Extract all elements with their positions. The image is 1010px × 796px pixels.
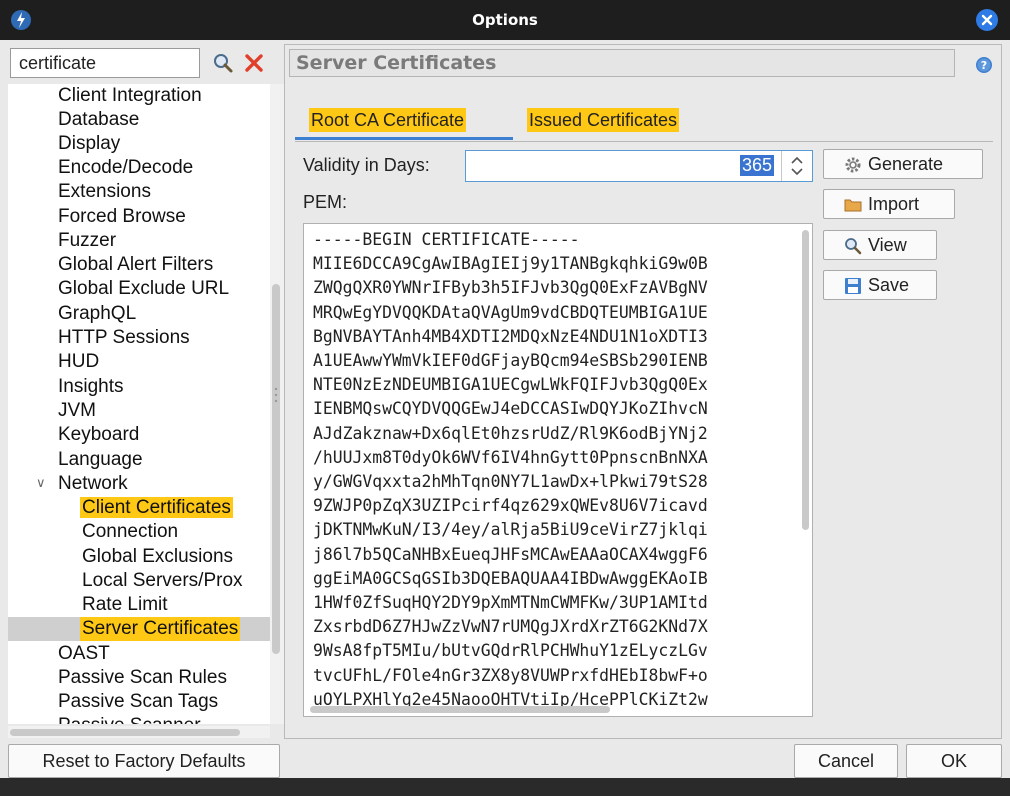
server-certificates-panel: Server Certificates ? Root CA Certificat… [284, 44, 1002, 739]
pem-line[interactable]: jDKTNMwKuN/I3/4ey/alRja5BiU9ceVirZ7jklqi [313, 518, 708, 542]
tree-item[interactable]: Connection [82, 520, 178, 544]
tree-item[interactable]: Keyboard [58, 423, 139, 447]
pem-line[interactable]: ggEiMA0GCSqGSIb3DQEBAQUAA4IBDwAwggEKAoIB [313, 567, 708, 591]
scrollbar-thumb[interactable] [802, 230, 809, 530]
spinner-chevrons-icon[interactable] [782, 151, 812, 181]
pem-line[interactable]: A1UEAwwYWmVkIEF0dGFjayBQcm94eSBSb290IENB [313, 349, 708, 373]
tree-item-client-certificates[interactable]: Client Certificates [80, 496, 233, 520]
pem-line[interactable]: AJdZakznaw+Dx6qlEt0hzsrUdZ/Rl9K6odBjYNj2 [313, 422, 708, 446]
tree-item[interactable]: HTTP Sessions [58, 326, 190, 350]
close-icon [981, 14, 993, 26]
search-icon[interactable] [212, 52, 234, 74]
tab-root-ca-certificate[interactable]: Root CA Certificate [295, 103, 513, 140]
pem-label: PEM: [303, 192, 348, 212]
reset-to-factory-defaults-button[interactable]: Reset to Factory Defaults [8, 744, 280, 778]
pem-line[interactable]: 1HWf0ZfSuqHQY2DY9pXmMTNmCWMFKw/3UP1AMItd [313, 591, 708, 615]
generate-button[interactable]: Generate [823, 149, 983, 179]
tree-item[interactable]: Encode/Decode [58, 156, 193, 180]
search-highlight: Client Certificates [80, 497, 233, 518]
pem-line[interactable]: 9WsA8fpT5MIu/bUtvGQdrRlPCHWhuY1zELyczLGv [313, 639, 708, 663]
tree-item[interactable]: Passive Scan Tags [58, 690, 218, 714]
spinner-arrows[interactable] [781, 151, 812, 181]
options-tree: Client Integration Database Display Enco… [8, 84, 270, 724]
clear-search-icon[interactable] [244, 53, 264, 73]
pem-line[interactable]: /hUUJxm8T0dyOk6WVf6IV4hnGytt0PpnscnBnNXA [313, 446, 708, 470]
view-button[interactable]: View [823, 230, 937, 260]
scrollbar-thumb[interactable] [10, 729, 240, 736]
chevron-down-icon[interactable]: ∨ [36, 475, 46, 491]
ok-button[interactable]: OK [906, 744, 1002, 778]
tree-item[interactable]: Passive Scan Rules [58, 666, 227, 690]
close-button[interactable] [976, 9, 998, 31]
help-icon[interactable]: ? [975, 56, 993, 74]
splitter-grip-icon[interactable] [273, 386, 279, 404]
tree-item[interactable]: GraphQL [58, 302, 136, 326]
search-input[interactable] [10, 48, 200, 78]
folder-icon [844, 199, 862, 212]
validity-label: Validity in Days: [303, 155, 430, 175]
tree-item[interactable]: HUD [58, 350, 99, 374]
tree-item[interactable]: Passive Scanner [58, 714, 201, 724]
title-bar: Options [0, 0, 1010, 40]
search-highlight: Server Certificates [80, 617, 241, 641]
tree-item[interactable]: Local Servers/Prox [82, 569, 243, 593]
cancel-button[interactable]: Cancel [794, 744, 898, 778]
tree-item[interactable]: Display [58, 132, 120, 156]
svg-text:?: ? [981, 59, 987, 72]
gear-icon [845, 157, 861, 173]
desktop-strip [0, 778, 1010, 796]
tree-item[interactable]: Global Exclude URL [58, 277, 229, 301]
tab-issued-certificates[interactable]: Issued Certificates [527, 103, 717, 137]
tree-item-network[interactable]: Network [58, 472, 128, 496]
options-dialog: Options Client Integration Database Disp… [0, 0, 1010, 796]
pem-line[interactable]: 9ZWJP0pZqX3UZIPcirf4qz629xQWEv8U6V7icavd [313, 494, 708, 518]
pem-text[interactable]: -----BEGIN CERTIFICATE----- MIIE6DCCA9CgA… [313, 228, 708, 712]
tree-item[interactable]: JVM [58, 399, 96, 423]
pem-vertical-scrollbar[interactable] [800, 228, 810, 706]
pem-line[interactable]: ZxsrbdD6Z7HJwZzVwN7rUMQgJXrdXrZT6G2KNd7X [313, 615, 708, 639]
tree-item[interactable]: Global Exclusions [82, 545, 233, 569]
validity-days-value[interactable]: 365 [739, 155, 774, 176]
pem-line[interactable]: NTE0NzEzNDEUMBIGA1UECgwLWkFQIFJvb3QgQ0Ex [313, 373, 708, 397]
tree-item[interactable]: Language [58, 448, 143, 472]
pem-line[interactable]: tvcUFhL/FOle4nGr3ZX8y8VUWPrxfdHEbI8bwF+o [313, 664, 708, 688]
tree-item[interactable]: Rate Limit [82, 593, 168, 617]
pem-horizontal-scrollbar[interactable] [308, 704, 798, 714]
pem-line[interactable]: BgNVBAYTAnh4MB4XDTI2MDQxNzE4NDU1N1oXDTI3 [313, 325, 708, 349]
panel-title: Server Certificates [289, 49, 955, 77]
tree-item[interactable]: Global Alert Filters [58, 253, 213, 277]
tree-item-server-certificates-selected[interactable]: Server Certificates [8, 617, 270, 641]
window-title: Options [472, 11, 538, 29]
pem-line[interactable]: MRQwEgYDVQQKDAtaQVAgUm9vdCBDQTEUMBIGA1UE [313, 301, 708, 325]
pem-line[interactable]: MIIE6DCCA9CgAwIBAgIEIj9y1TANBgkqhkiG9w0B [313, 252, 708, 276]
scrollbar-thumb[interactable] [310, 706, 610, 713]
tree-item[interactable]: Extensions [58, 180, 151, 204]
pem-line[interactable]: ZWQgQXR0YWNrIFByb3h5IFJvb3QgQ0ExFzAVBgNV [313, 276, 708, 300]
magnifier-icon [845, 238, 862, 255]
tree-item[interactable]: Insights [58, 375, 123, 399]
pem-textarea[interactable]: -----BEGIN CERTIFICATE----- MIIE6DCCA9CgA… [303, 223, 813, 717]
options-tree-panel: Client Integration Database Display Enco… [8, 44, 284, 739]
certificate-tabs: Root CA Certificate Issued Certificates [295, 103, 993, 142]
save-button[interactable]: Save [823, 270, 937, 300]
tree-horizontal-scrollbar[interactable] [8, 726, 270, 738]
tree-item[interactable]: Database [58, 108, 139, 132]
scrollbar-thumb[interactable] [272, 284, 280, 654]
floppy-disk-icon [845, 278, 861, 294]
pem-line[interactable]: j86l7b5QCaNHBxEueqJHFsMCAwEAAaOCAX4wggF6 [313, 543, 708, 567]
tree-item[interactable]: Forced Browse [58, 205, 186, 229]
import-button[interactable]: Import [823, 189, 955, 219]
pem-line[interactable]: y/GWGVqxxta2hMhTqn0NY7L1awDx+lPkwi79tS28 [313, 470, 708, 494]
validity-days-spinner[interactable]: 365 [465, 150, 813, 182]
tree-vertical-scrollbar[interactable] [270, 84, 284, 724]
pem-line[interactable]: -----BEGIN CERTIFICATE----- [313, 228, 708, 252]
tree-item[interactable]: OAST [58, 642, 110, 666]
tree-item[interactable]: Client Integration [58, 84, 202, 108]
pem-line[interactable]: IENBMQswCQYDVQQGEwJ4eDCCASIwDQYJKoZIhvcN [313, 397, 708, 421]
tree-item[interactable]: Fuzzer [58, 229, 116, 253]
